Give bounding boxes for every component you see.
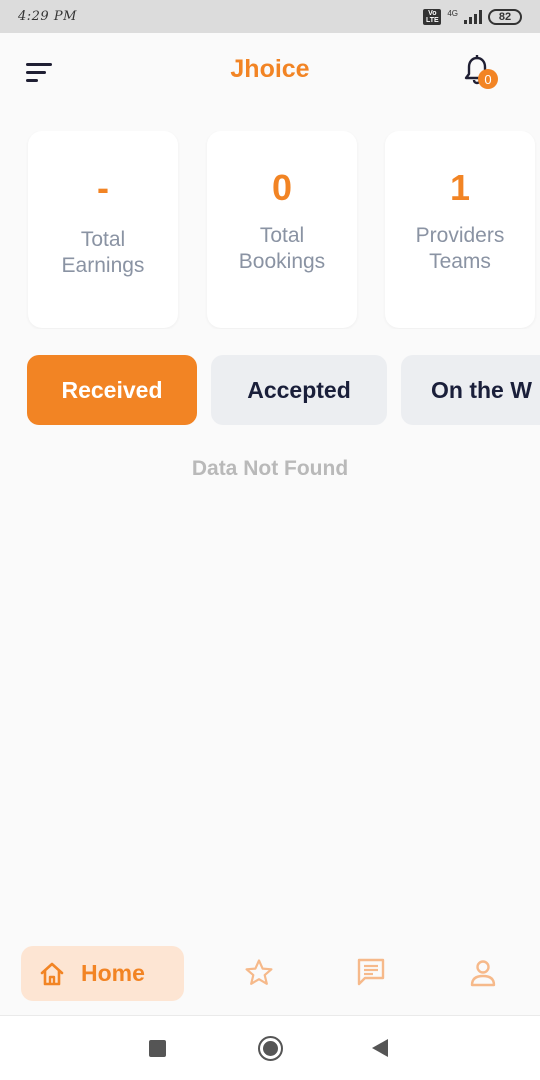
stat-label-line2: Teams bbox=[429, 250, 491, 273]
app-title: Jhoice bbox=[230, 55, 310, 83]
stat-label-line1: Total bbox=[259, 224, 305, 247]
battery-level: 82 bbox=[498, 10, 512, 23]
home-circle-icon bbox=[263, 1041, 278, 1056]
notification-badge: 0 bbox=[478, 69, 498, 89]
stat-card-total-earnings[interactable]: - Total Earnings bbox=[28, 131, 178, 328]
nav-profile-button[interactable] bbox=[468, 958, 498, 988]
nav-favorites-button[interactable] bbox=[244, 958, 274, 988]
stat-label-line2: Bookings bbox=[238, 250, 326, 273]
stat-value: - bbox=[97, 167, 109, 208]
app-header: Jhoice 0 bbox=[0, 33, 540, 108]
booking-status-tabs: Received Accepted On the W bbox=[0, 355, 540, 427]
volte-bottom-text: LTE bbox=[425, 16, 439, 24]
tab-received[interactable]: Received bbox=[27, 355, 197, 425]
nav-home-button[interactable]: Home bbox=[21, 946, 184, 1001]
recent-apps-button[interactable] bbox=[149, 1040, 166, 1057]
tab-on-the-way[interactable]: On the W bbox=[401, 355, 540, 425]
status-icons: Vo LTE 4G 82 bbox=[423, 8, 522, 25]
home-icon bbox=[40, 962, 64, 985]
volte-top-text: Vo bbox=[428, 9, 437, 17]
signal-icon bbox=[464, 9, 482, 24]
status-bar: 4:29 PM Vo LTE 4G 82 bbox=[0, 0, 540, 33]
notifications-button[interactable]: 0 bbox=[464, 55, 504, 95]
stat-value: 1 bbox=[449, 167, 471, 208]
tab-accepted[interactable]: Accepted bbox=[211, 355, 387, 425]
status-time: 4:29 PM bbox=[18, 9, 77, 24]
home-system-button[interactable] bbox=[258, 1036, 283, 1061]
network-type: 4G bbox=[447, 8, 458, 18]
stat-card-providers-teams[interactable]: 1 Providers Teams bbox=[385, 131, 535, 328]
stat-label-line1: Total bbox=[80, 228, 126, 251]
bottom-navigation: Home bbox=[0, 935, 540, 1015]
stat-label-line1: Providers bbox=[415, 224, 505, 247]
profile-icon bbox=[470, 960, 496, 987]
back-button[interactable] bbox=[372, 1039, 388, 1057]
star-icon bbox=[245, 959, 273, 985]
nav-messages-button[interactable] bbox=[356, 957, 386, 987]
stats-row: - Total Earnings 0 Total Bookings 1 Prov… bbox=[0, 131, 540, 329]
system-navigation-bar bbox=[0, 1015, 540, 1080]
chat-icon bbox=[357, 958, 385, 986]
empty-state-message: Data Not Found bbox=[191, 457, 349, 480]
stat-label-line2: Earnings bbox=[61, 254, 145, 277]
nav-home-label: Home bbox=[81, 960, 145, 986]
battery-icon: 82 bbox=[488, 8, 522, 25]
volte-icon: Vo LTE bbox=[423, 8, 442, 25]
stat-value: 0 bbox=[271, 167, 293, 208]
stat-card-total-bookings[interactable]: 0 Total Bookings bbox=[207, 131, 357, 328]
